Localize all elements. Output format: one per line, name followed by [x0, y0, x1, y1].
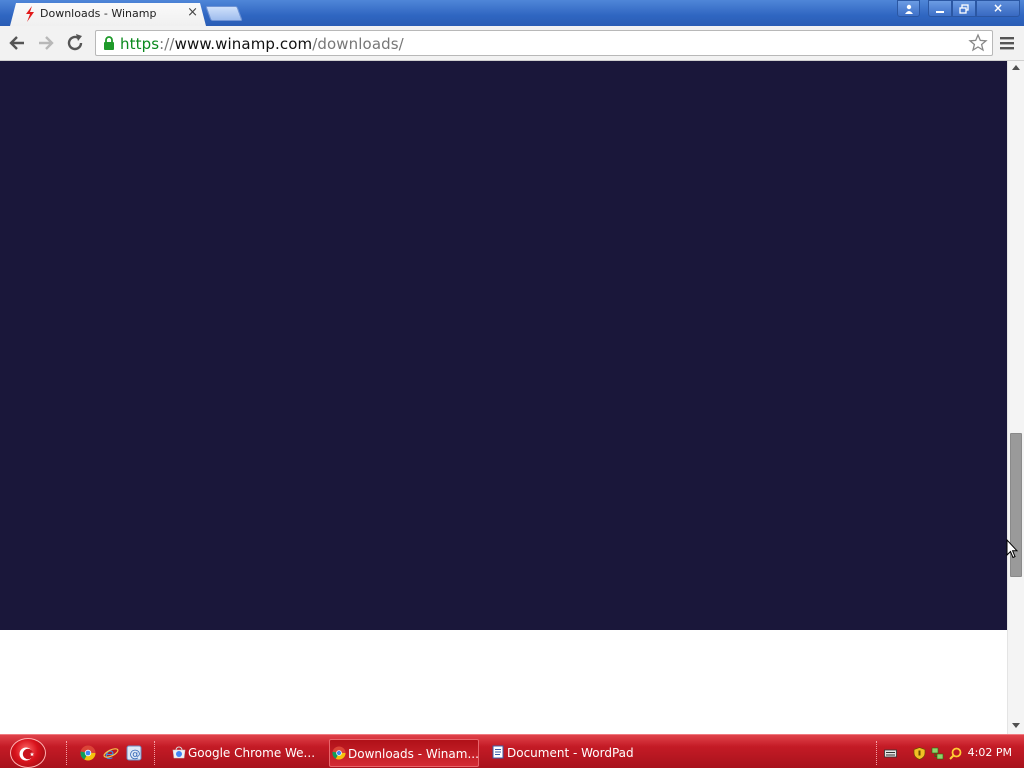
- settings-icon[interactable]: @: [126, 745, 142, 761]
- search-icon[interactable]: [949, 747, 962, 760]
- taskbar-grip[interactable]: [154, 741, 157, 765]
- browser-titlebar: Downloads - Winamp × ×: [0, 0, 1024, 26]
- keyboard-icon[interactable]: [884, 747, 897, 760]
- winamp-icon: [23, 6, 37, 22]
- reload-icon[interactable]: [64, 32, 86, 54]
- taskbar-item-label: Downloads - Winam...: [348, 747, 479, 761]
- close-icon: ×: [992, 1, 1004, 15]
- tray-grip[interactable]: [876, 741, 879, 765]
- user-icon: [904, 4, 913, 14]
- taskbar-grip[interactable]: [66, 741, 69, 765]
- restore-icon: [959, 4, 969, 14]
- mouse-cursor-icon: [1006, 539, 1018, 559]
- browser-toolbar: https://www.winamp.com/downloads/: [0, 26, 1024, 61]
- url-separator: ://: [159, 35, 175, 53]
- clock[interactable]: 4:02 PM: [968, 739, 1012, 767]
- scroll-up-arrow-icon[interactable]: [1012, 65, 1020, 70]
- chrome-icon: [332, 746, 346, 760]
- dark-content-panel: [0, 61, 1007, 630]
- address-bar[interactable]: https://www.winamp.com/downloads/: [95, 30, 993, 56]
- svg-text:@: @: [130, 748, 141, 761]
- lock-icon: [104, 36, 114, 50]
- url-scheme: https: [120, 35, 160, 53]
- url-host: www.winamp.com: [174, 35, 313, 53]
- tab-title: Downloads - Winamp: [40, 7, 157, 20]
- tab-downloads-winamp[interactable]: Downloads - Winamp ×: [10, 3, 206, 26]
- restore-button[interactable]: [952, 0, 976, 17]
- taskbar: e @ Google Chrome We... Downloads - Wina…: [0, 734, 1024, 768]
- menu-icon[interactable]: [998, 34, 1016, 52]
- close-window-button[interactable]: ×: [976, 0, 1020, 17]
- chrome-web-store-icon: [172, 746, 186, 759]
- minimize-button[interactable]: [928, 0, 952, 17]
- bookmark-star-icon[interactable]: [968, 33, 988, 53]
- url-text: https://www.winamp.com/downloads/: [120, 35, 404, 53]
- new-tab-button[interactable]: [205, 6, 243, 21]
- scroll-down-arrow-icon[interactable]: [1012, 723, 1020, 728]
- taskbar-item-wordpad[interactable]: Document - WordPad: [489, 739, 639, 767]
- url-path: /downloads/: [312, 35, 404, 53]
- taskbar-item-chrome-web-store[interactable]: Google Chrome We...: [170, 739, 320, 767]
- internet-explorer-icon[interactable]: e: [103, 745, 119, 761]
- taskbar-item-label: Google Chrome We...: [188, 746, 316, 760]
- wordpad-icon: [492, 745, 504, 759]
- system-tray: 4:02 PM: [876, 739, 1024, 767]
- minimize-icon: [936, 11, 944, 13]
- chrome-icon[interactable]: [80, 745, 96, 761]
- page-viewport: [0, 61, 1007, 734]
- tab-close-icon[interactable]: ×: [187, 6, 198, 20]
- profile-button[interactable]: [897, 0, 920, 17]
- vertical-scrollbar[interactable]: [1007, 61, 1024, 734]
- crescent-star-icon: [19, 747, 35, 761]
- taskbar-item-downloads-winamp[interactable]: Downloads - Winam...: [329, 739, 479, 767]
- start-button[interactable]: [10, 738, 46, 768]
- forward-arrow-icon[interactable]: [35, 32, 57, 54]
- back-arrow-icon[interactable]: [6, 32, 28, 54]
- shield-icon[interactable]: [913, 747, 926, 760]
- network-icon[interactable]: [931, 747, 944, 760]
- taskbar-item-label: Document - WordPad: [507, 746, 634, 760]
